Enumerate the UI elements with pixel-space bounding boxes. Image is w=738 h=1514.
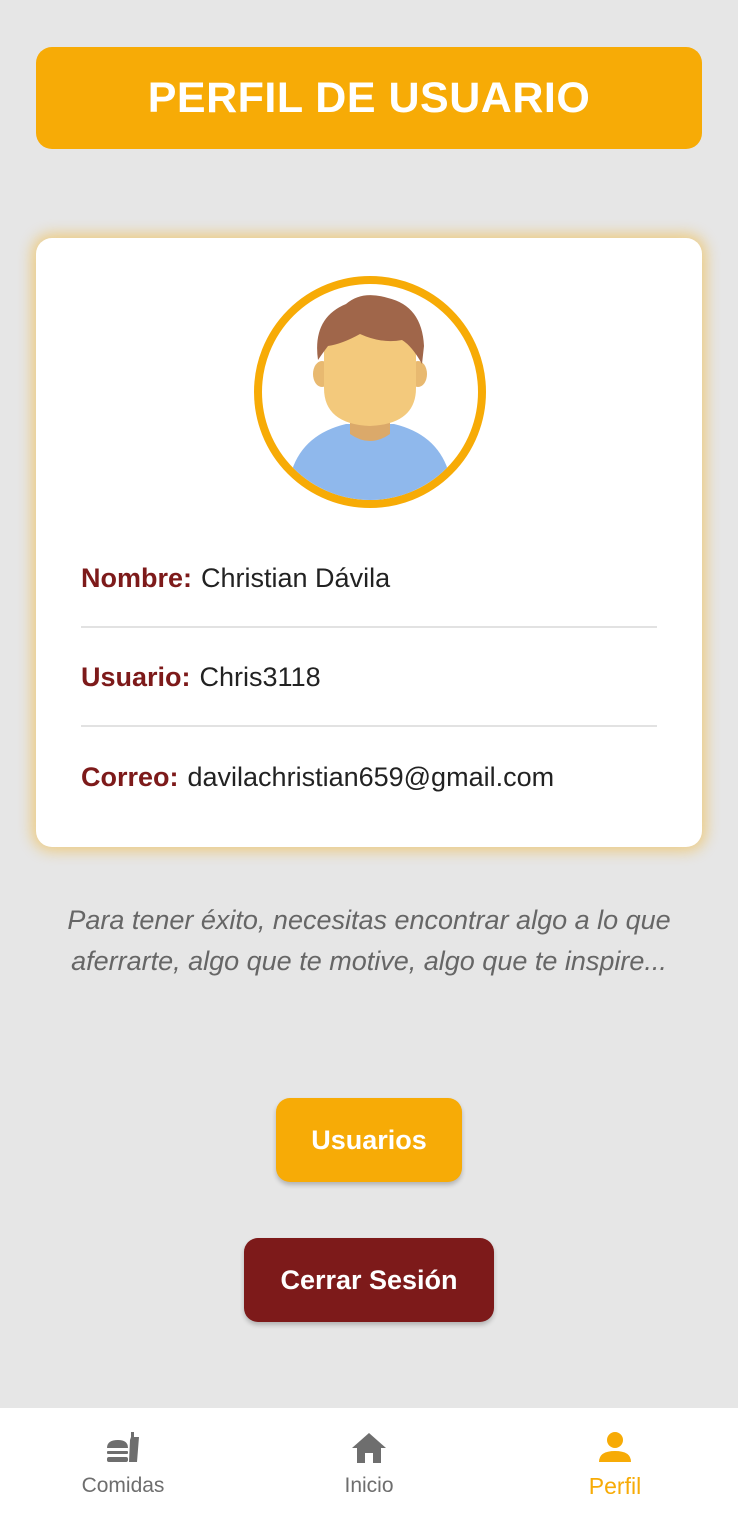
nav-label-inicio: Inicio: [344, 1474, 394, 1497]
user-avatar-icon: [292, 295, 448, 500]
motivational-quote: Para tener éxito, necesitas encontrar al…: [67, 905, 671, 976]
nav-item-perfil[interactable]: Perfil: [492, 1408, 738, 1514]
nav-label-perfil: Perfil: [588, 1472, 642, 1499]
bottom-navigation: Comidas Inicio Perfil: [0, 1408, 738, 1514]
profile-username-row: Usuario: Chris3118: [81, 629, 657, 727]
profile-email-row: Correo: davilachristian659@gmail.com: [81, 728, 657, 826]
person-icon: [599, 1431, 631, 1462]
nav-label-comidas: Comidas: [81, 1474, 165, 1497]
email-label: Correo:: [81, 761, 179, 792]
profile-name-row: Nombre: Christian Dávila: [81, 530, 657, 628]
username-value: Chris3118: [199, 661, 321, 692]
profile-screen: PERFIL DE USUARIO Nombre: Christian Dávi…: [0, 0, 738, 1514]
nav-item-comidas[interactable]: Comidas: [0, 1408, 246, 1514]
name-label: Nombre:: [81, 562, 193, 593]
header-banner: PERFIL DE USUARIO: [36, 47, 702, 149]
page-title: PERFIL DE USUARIO: [147, 73, 591, 122]
users-button[interactable]: Usuarios: [276, 1098, 462, 1182]
name-value: Christian Dávila: [201, 562, 391, 593]
username-label: Usuario:: [81, 661, 191, 692]
email-value: davilachristian659@gmail.com: [187, 761, 555, 792]
profile-card: Nombre: Christian Dávila Usuario: Chris3…: [36, 238, 702, 847]
fastfood-icon: [107, 1432, 139, 1462]
avatar: [254, 276, 486, 508]
home-icon: [352, 1433, 386, 1463]
logout-button[interactable]: Cerrar Sesión: [244, 1238, 494, 1322]
nav-item-inicio[interactable]: Inicio: [246, 1408, 492, 1514]
